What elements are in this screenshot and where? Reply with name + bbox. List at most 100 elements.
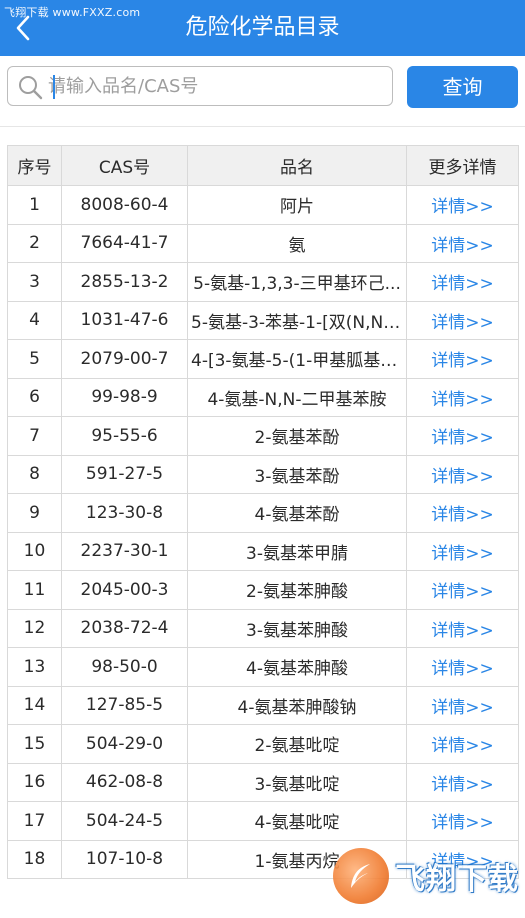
row-cas: 591-27-5 <box>61 454 188 494</box>
text-cursor <box>53 75 55 99</box>
row-cas: 504-29-0 <box>61 724 188 764</box>
row-cas: 8008-60-4 <box>61 185 188 225</box>
row-name: 1-氨基丙烷 <box>187 839 407 879</box>
table-row: 6 99-98-9 4-氨基-N,N-二甲基苯胺 详情>> <box>7 377 519 417</box>
row-cas: 2237-30-1 <box>61 531 188 571</box>
search-box[interactable] <box>7 66 393 106</box>
header-details: 更多详情 <box>406 145 519 186</box>
row-cas: 98-50-0 <box>61 647 188 687</box>
row-index: 7 <box>7 416 62 456</box>
row-cas: 99-98-9 <box>61 377 188 417</box>
table-row: 4 1031-47-6 5-氨基-3-苯基-1-[双(N,N-... 详情>> <box>7 300 519 340</box>
row-name: 3-氨基苯甲腈 <box>187 531 407 571</box>
row-cas: 127-85-5 <box>61 685 188 725</box>
row-cas: 2855-13-2 <box>61 262 188 302</box>
row-name: 4-氨基苯胂酸钠 <box>187 685 407 725</box>
table-row: 5 2079-00-7 4-[3-氨基-5-(1-甲基胍基)... 详情>> <box>7 339 519 379</box>
row-index: 4 <box>7 300 62 340</box>
row-index: 2 <box>7 223 62 263</box>
row-name: 2-氨基苯胂酸 <box>187 570 407 610</box>
row-name: 4-氨基吡啶 <box>187 801 407 841</box>
table-row: 10 2237-30-1 3-氨基苯甲腈 详情>> <box>7 531 519 571</box>
header-cas: CAS号 <box>61 145 188 186</box>
table-header-row: 序号 CAS号 品名 更多详情 <box>7 145 519 186</box>
row-index: 14 <box>7 685 62 725</box>
row-detail-link[interactable]: 详情>> <box>406 416 519 456</box>
row-cas: 1031-47-6 <box>61 300 188 340</box>
row-index: 9 <box>7 493 62 533</box>
row-name: 2-氨基苯酚 <box>187 416 407 456</box>
row-cas: 504-24-5 <box>61 801 188 841</box>
table-row: 13 98-50-0 4-氨基苯胂酸 详情>> <box>7 647 519 687</box>
search-input[interactable] <box>48 70 384 102</box>
row-name: 4-[3-氨基-5-(1-甲基胍基)... <box>187 339 407 379</box>
row-detail-link[interactable]: 详情>> <box>406 724 519 764</box>
row-detail-link[interactable]: 详情>> <box>406 262 519 302</box>
row-index: 17 <box>7 801 62 841</box>
row-name: 4-氨基-N,N-二甲基苯胺 <box>187 377 407 417</box>
table-row: 7 95-55-6 2-氨基苯酚 详情>> <box>7 416 519 456</box>
row-detail-link[interactable]: 详情>> <box>406 531 519 571</box>
row-name: 4-氨基苯胂酸 <box>187 647 407 687</box>
row-name: 4-氨基苯酚 <box>187 493 407 533</box>
row-cas: 7664-41-7 <box>61 223 188 263</box>
row-detail-link[interactable]: 详情>> <box>406 339 519 379</box>
row-detail-link[interactable]: 详情>> <box>406 801 519 841</box>
query-button[interactable]: 查询 <box>407 66 518 108</box>
table-row: 17 504-24-5 4-氨基吡啶 详情>> <box>7 801 519 841</box>
row-detail-link[interactable]: 详情>> <box>406 300 519 340</box>
row-detail-link[interactable]: 详情>> <box>406 839 519 879</box>
row-detail-link[interactable]: 详情>> <box>406 493 519 533</box>
row-detail-link[interactable]: 详情>> <box>406 608 519 648</box>
table-row: 15 504-29-0 2-氨基吡啶 详情>> <box>7 724 519 764</box>
row-cas: 2038-72-4 <box>61 608 188 648</box>
row-name: 3-氨基苯酚 <box>187 454 407 494</box>
row-detail-link[interactable]: 详情>> <box>406 223 519 263</box>
row-cas: 95-55-6 <box>61 416 188 456</box>
chemical-table: 序号 CAS号 品名 更多详情 1 8008-60-4 阿片 详情>> 2 7664-41… <box>7 145 519 879</box>
row-name: 3-氨基吡啶 <box>187 762 407 802</box>
table-row: 1 8008-60-4 阿片 详情>> <box>7 185 519 225</box>
row-index: 15 <box>7 724 62 764</box>
row-detail-link[interactable]: 详情>> <box>406 762 519 802</box>
row-name: 阿片 <box>187 185 407 225</box>
table-row: 14 127-85-5 4-氨基苯胂酸钠 详情>> <box>7 685 519 725</box>
table-row: 16 462-08-8 3-氨基吡啶 详情>> <box>7 762 519 802</box>
header-name: 品名 <box>187 145 407 186</box>
row-detail-link[interactable]: 详情>> <box>406 377 519 417</box>
row-name: 5-氨基-1,3,3-三甲基环己... <box>187 262 407 302</box>
divider <box>0 126 525 127</box>
app-header: 飞翔下载 www.FXXZ.com 危险化学品目录 <box>0 0 525 56</box>
row-index: 16 <box>7 762 62 802</box>
header-index: 序号 <box>7 145 62 186</box>
row-index: 3 <box>7 262 62 302</box>
row-cas: 123-30-8 <box>61 493 188 533</box>
row-index: 11 <box>7 570 62 610</box>
row-cas: 462-08-8 <box>61 762 188 802</box>
table-row: 3 2855-13-2 5-氨基-1,3,3-三甲基环己... 详情>> <box>7 262 519 302</box>
table-row: 2 7664-41-7 氨详情>> <box>7 223 519 263</box>
row-detail-link[interactable]: 详情>> <box>406 185 519 225</box>
table-row: 12 2038-72-4 3-氨基苯胂酸 详情>> <box>7 608 519 648</box>
row-name: 5-氨基-3-苯基-1-[双(N,N-... <box>187 300 407 340</box>
row-cas: 107-10-8 <box>61 839 188 879</box>
row-index: 5 <box>7 339 62 379</box>
search-icon <box>19 76 43 100</box>
row-index: 6 <box>7 377 62 417</box>
table-row: 8 591-27-5 3-氨基苯酚 详情>> <box>7 454 519 494</box>
row-index: 13 <box>7 647 62 687</box>
row-name: 氨 <box>187 223 407 263</box>
row-index: 10 <box>7 531 62 571</box>
row-index: 8 <box>7 454 62 494</box>
search-bar: 查询 <box>0 56 525 126</box>
row-detail-link[interactable]: 详情>> <box>406 570 519 610</box>
row-detail-link[interactable]: 详情>> <box>406 454 519 494</box>
row-detail-link[interactable]: 详情>> <box>406 685 519 725</box>
row-index: 12 <box>7 608 62 648</box>
row-name: 3-氨基苯胂酸 <box>187 608 407 648</box>
table-row: 9 123-30-8 4-氨基苯酚 详情>> <box>7 493 519 533</box>
table-row: 11 2045-00-3 2-氨基苯胂酸 详情>> <box>7 570 519 610</box>
row-index: 18 <box>7 839 62 879</box>
row-cas: 2045-00-3 <box>61 570 188 610</box>
row-detail-link[interactable]: 详情>> <box>406 647 519 687</box>
